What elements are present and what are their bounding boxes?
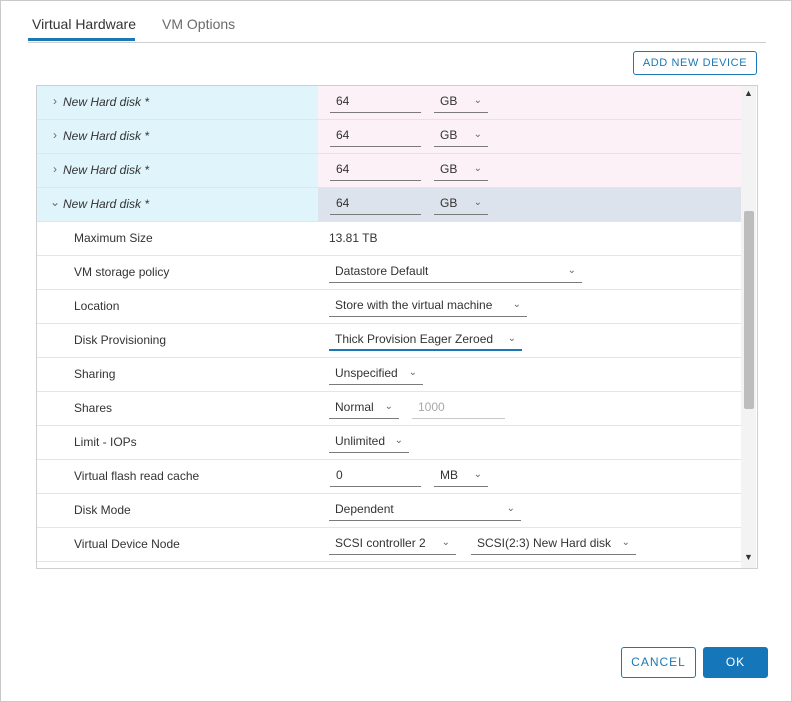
device-node-select[interactable]: SCSI(2:3) New Hard disk ⌄ — [471, 533, 636, 555]
sharing-row: Sharing Unspecified ⌄ — [37, 358, 741, 392]
shares-select[interactable]: Normal ⌄ — [329, 397, 399, 419]
storage-policy-label: VM storage policy — [74, 265, 170, 279]
storage-policy-row: VM storage policy Datastore Default ⌄ — [37, 256, 741, 290]
location-label: Location — [74, 299, 120, 313]
tab-bar: Virtual Hardware VM Options — [28, 0, 766, 43]
limit-iops-select[interactable]: Unlimited ⌄ — [329, 431, 409, 453]
disk-mode-select[interactable]: Dependent ⌄ — [329, 499, 521, 521]
chevron-down-icon: ⌄ — [408, 367, 417, 378]
chevron-down-icon: ⌄ — [567, 265, 576, 276]
disk-row-expanded[interactable]: ⌄ New Hard disk * 64 GB ⌄ — [37, 188, 741, 222]
disk-name: New Hard disk * — [63, 129, 150, 143]
max-size-row: Maximum Size 13.81 TB — [37, 222, 741, 256]
controller-select[interactable]: SCSI controller 2 ⌄ — [329, 533, 456, 555]
chevron-down-icon: ⌄ — [394, 435, 403, 446]
chevron-down-icon: ⌄ — [512, 299, 521, 310]
limit-iops-row: Limit - IOPs Unlimited ⌄ — [37, 426, 741, 460]
device-node-label: Virtual Device Node — [74, 537, 180, 551]
disk-name: New Hard disk * — [63, 163, 150, 177]
hardware-list-panel: › New Hard disk * 64 GB ⌄ › New Hard disk… — [36, 85, 758, 569]
disk-size-input[interactable]: 64 — [330, 125, 421, 147]
ok-button[interactable]: OK — [703, 647, 768, 678]
scroll-up-arrow-icon[interactable]: ▲ — [741, 88, 756, 98]
disk-unit-select[interactable]: GB ⌄ — [434, 125, 488, 147]
disk-row[interactable]: › New Hard disk * 64 GB ⌄ — [37, 120, 741, 154]
add-new-device-button[interactable]: ADD NEW DEVICE — [633, 51, 757, 75]
chevron-down-icon: ⌄ — [473, 163, 482, 174]
sharing-label: Sharing — [74, 367, 116, 381]
disk-mode-row: Disk Mode Dependent ⌄ — [37, 494, 741, 528]
chevron-down-icon: ⌄ — [473, 469, 482, 480]
flash-cache-unit-select[interactable]: MB ⌄ — [434, 465, 488, 487]
chevron-down-icon: ⌄ — [507, 333, 516, 344]
scrollbar-thumb[interactable] — [744, 211, 754, 409]
disk-unit-select[interactable]: GB ⌄ — [434, 91, 488, 113]
shares-label: Shares — [74, 401, 113, 415]
chevron-right-icon[interactable]: › — [49, 162, 61, 176]
tab-virtual-hardware[interactable]: Virtual Hardware — [32, 16, 136, 32]
limit-iops-label: Limit - IOPs — [74, 435, 137, 449]
disk-size-input[interactable]: 64 — [330, 159, 421, 181]
disk-size-input[interactable]: 64 — [330, 193, 421, 215]
chevron-down-icon: ⌄ — [441, 537, 450, 548]
location-select[interactable]: Store with the virtual machine ⌄ — [329, 295, 527, 317]
chevron-down-icon: ⌄ — [506, 503, 515, 514]
shares-amount-input: 1000 — [412, 397, 505, 419]
disk-size-input[interactable]: 64 — [330, 91, 421, 113]
disk-unit-select[interactable]: GB ⌄ — [434, 159, 488, 181]
flash-cache-input[interactable]: 0 — [330, 465, 421, 487]
disk-unit-select[interactable]: GB ⌄ — [434, 193, 488, 215]
cancel-button[interactable]: CANCEL — [621, 647, 696, 678]
disk-mode-label: Disk Mode — [74, 503, 131, 517]
flash-cache-row: Virtual flash read cache 0 MB ⌄ — [37, 460, 741, 494]
disk-provisioning-select[interactable]: Thick Provision Eager Zeroed ⌄ — [329, 329, 522, 351]
device-node-row: Virtual Device Node SCSI controller 2 ⌄ S… — [37, 528, 741, 562]
chevron-right-icon[interactable]: › — [49, 94, 61, 108]
disk-name: New Hard disk * — [63, 197, 150, 211]
chevron-down-icon: ⌄ — [473, 197, 482, 208]
disk-row[interactable]: › New Hard disk * 64 GB ⌄ — [37, 154, 741, 188]
flash-cache-label: Virtual flash read cache — [74, 469, 200, 483]
scroll-down-arrow-icon[interactable]: ▼ — [741, 552, 756, 562]
active-tab-indicator — [28, 38, 135, 41]
chevron-right-icon[interactable]: › — [49, 128, 61, 142]
disk-name: New Hard disk * — [63, 95, 150, 109]
shares-row: Shares Normal ⌄ 1000 — [37, 392, 741, 426]
max-size-label: Maximum Size — [74, 231, 153, 245]
location-row: Location Store with the virtual machine ⌄ — [37, 290, 741, 324]
max-size-value: 13.81 TB — [329, 231, 378, 245]
chevron-down-icon[interactable]: ⌄ — [49, 195, 61, 209]
disk-provisioning-label: Disk Provisioning — [74, 333, 167, 347]
chevron-down-icon: ⌄ — [473, 95, 482, 106]
chevron-down-icon: ⌄ — [473, 129, 482, 140]
disk-row[interactable]: › New Hard disk * 64 GB ⌄ — [37, 86, 741, 120]
sharing-select[interactable]: Unspecified ⌄ — [329, 363, 423, 385]
disk-provisioning-row: Disk Provisioning Thick Provision Eager … — [37, 324, 741, 358]
chevron-down-icon: ⌄ — [384, 401, 393, 412]
chevron-down-icon: ⌄ — [621, 537, 630, 548]
tab-vm-options[interactable]: VM Options — [162, 16, 235, 32]
storage-policy-select[interactable]: Datastore Default ⌄ — [329, 261, 582, 283]
